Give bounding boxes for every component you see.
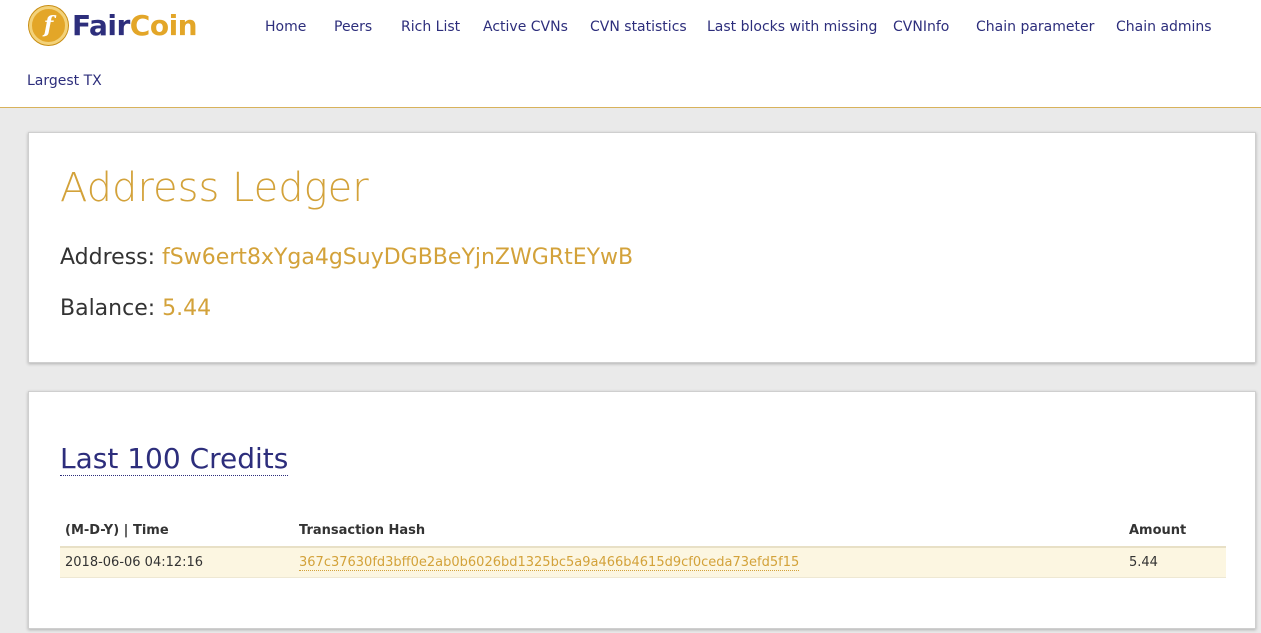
address-ledger-card: Address Ledger Address: fSw6ert8xYga4gSu… — [28, 132, 1256, 363]
address-value: fSw6ert8xYga4gSuyDGBBeYjnZWGRtEYwB — [162, 245, 634, 270]
logo-text: FairCoin — [72, 8, 198, 42]
nav-chain-parameter[interactable]: Chain parameter — [976, 18, 1094, 36]
credits-table: (M-D-Y) | Time Transaction Hash Amount 2… — [60, 518, 1226, 578]
nav-home[interactable]: Home — [265, 18, 306, 36]
nav-chain-admins[interactable]: Chain admins — [1116, 18, 1212, 36]
credits-card: Last 100 Credits (M-D-Y) | Time Transact… — [28, 391, 1256, 629]
nav-largest-tx[interactable]: Largest TX — [27, 72, 102, 90]
logo-text-coin: Coin — [129, 8, 198, 42]
balance-value: 5.44 — [162, 296, 212, 321]
row-amount: 5.44 — [1124, 547, 1226, 578]
faircoin-logo[interactable]: f FairCoin — [29, 4, 198, 46]
transaction-hash-link[interactable]: 367c37630fd3bff0e2ab0b6026bd1325bc5a9a46… — [299, 554, 800, 571]
table-row: 2018-06-06 04:12:16 367c37630fd3bff0e2ab… — [60, 547, 1226, 578]
nav-cvn-statistics[interactable]: CVN statistics — [590, 18, 687, 36]
nav-peers[interactable]: Peers — [334, 18, 372, 36]
nav-last-blocks-missing[interactable]: Last blocks with missing — [707, 18, 877, 36]
page-title: Address Ledger — [60, 165, 369, 211]
table-header-row: (M-D-Y) | Time Transaction Hash Amount — [60, 518, 1226, 548]
column-header-date: (M-D-Y) | Time — [60, 518, 294, 548]
column-header-amount: Amount — [1124, 518, 1226, 548]
nav-rich-list[interactable]: Rich List — [401, 18, 460, 36]
balance-label: Balance: — [60, 296, 156, 321]
nav-cvninfo[interactable]: CVNInfo — [893, 18, 949, 36]
nav-active-cvns[interactable]: Active CVNs — [483, 18, 568, 36]
logo-text-fair: Fair — [72, 8, 130, 42]
address-row: Address: fSw6ert8xYga4gSuyDGBBeYjnZWGRtE… — [60, 244, 633, 272]
coin-icon: f — [29, 5, 68, 45]
balance-row: Balance: 5.44 — [60, 295, 211, 323]
row-datetime: 2018-06-06 04:12:16 — [60, 547, 294, 578]
site-header: f FairCoin Home Peers Rich List Active C… — [0, 0, 1261, 108]
coin-glyph: f — [43, 12, 54, 38]
column-header-hash: Transaction Hash — [294, 518, 1124, 548]
credits-title-link[interactable]: Last 100 Credits — [60, 443, 289, 476]
address-label: Address: — [60, 245, 156, 270]
row-hash-cell: 367c37630fd3bff0e2ab0b6026bd1325bc5a9a46… — [294, 547, 1124, 578]
